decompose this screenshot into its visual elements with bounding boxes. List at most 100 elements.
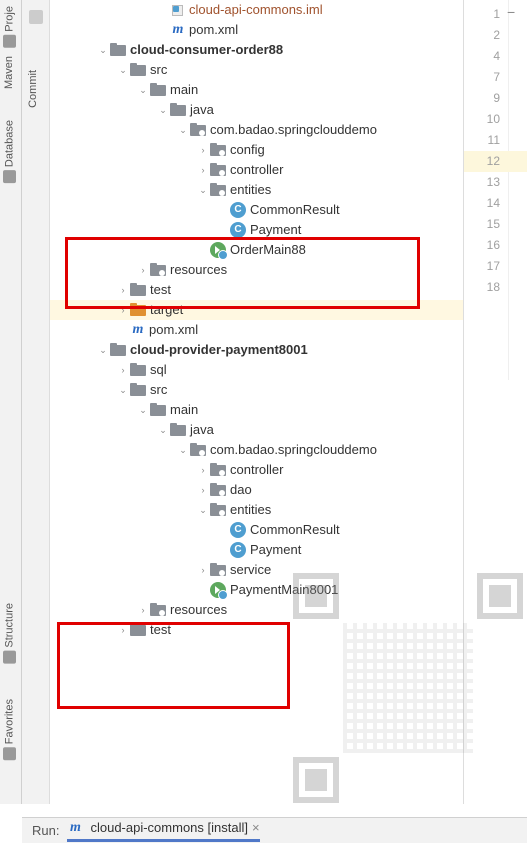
chevron-down-icon[interactable]: ⌄	[96, 340, 110, 360]
chevron-right-icon[interactable]: ›	[196, 140, 210, 160]
chevron-right-icon[interactable]: ›	[136, 600, 150, 620]
line-number: 16	[464, 235, 500, 256]
package-icon	[210, 183, 226, 197]
tree-item-label: OrderMain88	[230, 240, 306, 260]
chevron-down-icon[interactable]: ⌄	[116, 60, 130, 80]
chevron-down-icon[interactable]: ⌄	[156, 420, 170, 440]
commit-label[interactable]: Commit	[27, 70, 39, 108]
line-number: 11	[464, 130, 500, 151]
tree-row[interactable]: OrderMain88	[50, 240, 463, 260]
tree-item-label: CommonResult	[250, 200, 340, 220]
tree-row[interactable]: CCommonResult	[50, 200, 463, 220]
tree-row[interactable]: › controller	[50, 160, 463, 180]
tree-row[interactable]: ›resources	[50, 600, 463, 620]
tree-item-label: entities	[230, 500, 271, 520]
folder-icon	[170, 103, 186, 117]
tab-maven[interactable]: Maven	[3, 56, 15, 89]
chevron-down-icon[interactable]: ⌄	[196, 500, 210, 520]
tree-row[interactable]: CCommonResult	[50, 520, 463, 540]
tab-database[interactable]: Database	[3, 120, 16, 183]
line-number: 1	[464, 4, 500, 25]
tab-favorites[interactable]: Favorites	[3, 699, 16, 760]
tree-item-label: PaymentMain8001	[230, 580, 338, 600]
tree-row[interactable]: ⌄ entities	[50, 500, 463, 520]
tree-row[interactable]: ›config	[50, 140, 463, 160]
tree-row[interactable]: ⌄main	[50, 80, 463, 100]
tree-row[interactable]: PaymentMain8001	[50, 580, 463, 600]
dock-icon[interactable]: −	[507, 4, 523, 20]
chevron-down-icon[interactable]: ⌄	[136, 400, 150, 420]
folder-icon	[130, 303, 146, 317]
tree-row[interactable]: ›target	[50, 300, 463, 320]
tree-row[interactable]: CPayment	[50, 540, 463, 560]
maven-icon: m	[130, 322, 146, 338]
commit-bar: Commit	[22, 0, 50, 804]
folder-icon	[110, 43, 126, 57]
tree-row[interactable]: ⌄src	[50, 60, 463, 80]
folder-icon	[170, 423, 186, 437]
tree-row[interactable]: mpom.xml	[50, 320, 463, 340]
chevron-right-icon[interactable]: ›	[116, 360, 130, 380]
chevron-right-icon[interactable]: ›	[196, 480, 210, 500]
tree-row[interactable]: ⌄src	[50, 380, 463, 400]
line-number: 14	[464, 193, 500, 214]
package-icon	[210, 503, 226, 517]
tree-row[interactable]: ⌄ cloud-provider-payment8001	[50, 340, 463, 360]
tree-row[interactable]: ⌄com.badao.springclouddemo	[50, 120, 463, 140]
tree-row[interactable]: mpom.xml	[50, 20, 463, 40]
line-number: 10	[464, 109, 500, 130]
tree-item-label: Payment	[250, 220, 301, 240]
module-file-icon	[170, 3, 185, 18]
chevron-down-icon[interactable]: ⌄	[156, 100, 170, 120]
chevron-down-icon[interactable]: ⌄	[96, 40, 110, 60]
tree-item-label: Payment	[250, 540, 301, 560]
run-tab[interactable]: m cloud-api-commons [install] ×	[67, 820, 259, 842]
tree-item-label: controller	[230, 160, 283, 180]
package-icon	[190, 123, 206, 137]
tree-item-label: cloud-provider-payment8001	[130, 340, 308, 360]
tree-row[interactable]: ⌄entities	[50, 180, 463, 200]
chevron-down-icon[interactable]: ⌄	[176, 120, 190, 140]
tree-row[interactable]: cloud-api-commons.iml	[50, 0, 463, 20]
tree-item-label: test	[150, 280, 171, 300]
tab-structure[interactable]: Structure	[3, 603, 16, 664]
run-bar: Run: m cloud-api-commons [install] ×	[22, 817, 527, 843]
chevron-right-icon[interactable]: ›	[196, 560, 210, 580]
tree-row[interactable]: ⌄com.badao.springclouddemo	[50, 440, 463, 460]
line-number: 13	[464, 172, 500, 193]
tree-row[interactable]: ›dao	[50, 480, 463, 500]
folder-icon	[150, 83, 166, 97]
close-icon[interactable]: ×	[252, 820, 260, 835]
run-label: Run:	[32, 823, 59, 838]
tree-row[interactable]: CPayment	[50, 220, 463, 240]
tree-row[interactable]: ⌄main	[50, 400, 463, 420]
chevron-right-icon[interactable]: ›	[116, 300, 130, 320]
tree-row[interactable]: ›controller	[50, 460, 463, 480]
tree-row[interactable]: ›resources	[50, 260, 463, 280]
tree-item-label: cloud-api-commons.iml	[189, 0, 323, 20]
tree-row[interactable]: ⌄java	[50, 420, 463, 440]
tree-row[interactable]: ⌄java	[50, 100, 463, 120]
folder-icon	[110, 343, 126, 357]
folder-icon	[130, 383, 146, 397]
tree-row[interactable]: › test	[50, 280, 463, 300]
package-icon	[150, 263, 166, 277]
chevron-down-icon[interactable]: ⌄	[116, 380, 130, 400]
tree-row[interactable]: ›service	[50, 560, 463, 580]
chevron-right-icon[interactable]: ›	[116, 620, 130, 640]
tree-row[interactable]: ›sql	[50, 360, 463, 380]
chevron-right-icon[interactable]: ›	[116, 280, 130, 300]
folder-icon	[130, 283, 146, 297]
chevron-right-icon[interactable]: ›	[136, 260, 150, 280]
chevron-down-icon[interactable]: ⌄	[136, 80, 150, 100]
chevron-right-icon[interactable]: ›	[196, 460, 210, 480]
tree-row[interactable]: ›test	[50, 620, 463, 640]
tab-project[interactable]: Proje	[3, 6, 16, 48]
chevron-down-icon[interactable]: ⌄	[196, 180, 210, 200]
chevron-down-icon[interactable]: ⌄	[176, 440, 190, 460]
project-tree[interactable]: cloud-api-commons.imlmpom.xml⌄cloud-cons…	[50, 0, 463, 804]
tree-row[interactable]: ⌄cloud-consumer-order88	[50, 40, 463, 60]
line-number: 9	[464, 88, 500, 109]
class-icon: C	[230, 522, 246, 538]
chevron-right-icon[interactable]: ›	[196, 160, 210, 180]
